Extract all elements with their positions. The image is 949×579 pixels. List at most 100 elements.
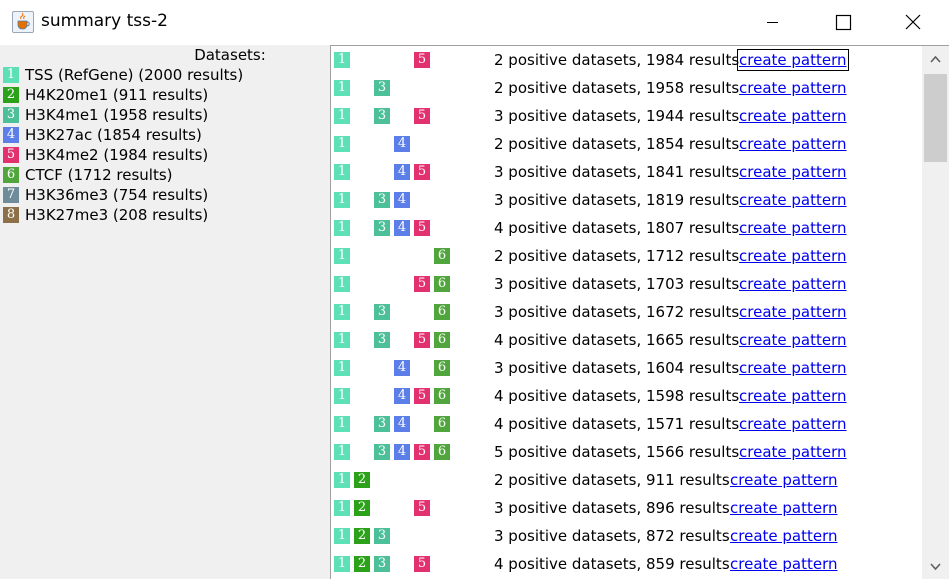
vertical-scrollbar[interactable] xyxy=(922,46,949,579)
create-pattern-link[interactable]: create pattern xyxy=(730,499,838,517)
dataset-number-badge: 3 xyxy=(374,416,390,432)
dataset-number-badge: 1 xyxy=(334,164,350,180)
create-pattern-link[interactable]: create pattern xyxy=(730,527,838,545)
dataset-number-badge: 6 xyxy=(434,276,450,292)
dataset-number-badge: 1 xyxy=(334,332,350,348)
dataset-number-badge: 4 xyxy=(394,444,410,460)
result-summary: 3 positive datasets, 1819 results xyxy=(494,191,740,209)
dataset-number-badge: 2 xyxy=(3,87,19,103)
create-pattern-link[interactable]: create pattern xyxy=(739,359,847,377)
result-row: 1 456 4 positive datasets, 1598 results cre… xyxy=(331,383,921,411)
title-bar: summary tss-2 xyxy=(0,0,949,45)
minimize-button[interactable] xyxy=(749,0,795,45)
maximize-button[interactable] xyxy=(819,0,865,45)
create-pattern-link[interactable]: create pattern xyxy=(739,135,847,153)
dataset-number-badge: 1 xyxy=(334,556,350,572)
create-pattern-link[interactable]: create pattern xyxy=(739,79,847,97)
result-summary: 2 positive datasets, 1958 results xyxy=(494,79,740,97)
create-pattern-link[interactable]: create pattern xyxy=(737,49,849,71)
dataset-label: H3K27ac (1854 results) xyxy=(25,126,202,144)
dataset-number-badge: 3 xyxy=(374,528,390,544)
result-row: 123 5 4 positive datasets, 859 results crea… xyxy=(331,551,921,579)
result-summary: 4 positive datasets, 1571 results xyxy=(494,415,740,433)
dataset-number-badge: 3 xyxy=(374,332,390,348)
dataset-number-badge: 5 xyxy=(3,147,19,163)
create-pattern-link[interactable]: create pattern xyxy=(739,191,847,209)
result-summary: 3 positive datasets, 1604 results xyxy=(494,359,740,377)
result-summary: 3 positive datasets, 1672 results xyxy=(494,303,740,321)
create-pattern-link[interactable]: create pattern xyxy=(739,163,847,181)
result-summary: 3 positive datasets, 1841 results xyxy=(494,163,740,181)
result-summary: 4 positive datasets, 859 results xyxy=(494,555,730,573)
create-pattern-link[interactable]: create pattern xyxy=(739,247,847,265)
dataset-number-badge: 1 xyxy=(334,500,350,516)
dataset-number-badge: 5 xyxy=(414,52,430,68)
dataset-number-badge: 2 xyxy=(354,472,370,488)
scroll-thumb[interactable] xyxy=(924,74,947,162)
create-pattern-link[interactable]: create pattern xyxy=(739,387,847,405)
result-row: 1 3 5 3 positive datasets, 1944 results crea… xyxy=(331,103,921,131)
maximize-icon xyxy=(835,14,852,31)
result-summary: 5 positive datasets, 1566 results xyxy=(494,443,740,461)
dataset-number-badge: 5 xyxy=(414,108,430,124)
datasets-panel: Datasets: 1 TSS (RefGene) (2000 results) 2… xyxy=(0,45,330,579)
dataset-number-badge: 5 xyxy=(414,220,430,236)
dataset-number-badge: 2 xyxy=(354,528,370,544)
result-row: 1 3 6 3 positive datasets, 1672 results crea… xyxy=(331,299,921,327)
result-row: 1 3 2 positive datasets, 1958 results creat… xyxy=(331,75,921,103)
result-summary: 3 positive datasets, 872 results xyxy=(494,527,730,545)
result-summary: 3 positive datasets, 1944 results xyxy=(494,107,740,125)
create-pattern-link[interactable]: create pattern xyxy=(739,443,847,461)
result-row: 1 34 6 4 positive datasets, 1571 results cre… xyxy=(331,411,921,439)
close-button[interactable] xyxy=(890,0,936,45)
dataset-number-badge: 3 xyxy=(3,107,19,123)
create-pattern-link[interactable]: create pattern xyxy=(730,555,838,573)
results-panel[interactable]: 152 positive datasets, 1984 results creat… xyxy=(330,45,949,579)
result-row: 1 3456 5 positive datasets, 1566 results cr… xyxy=(331,439,921,467)
dataset-number-badge: 1 xyxy=(334,220,350,236)
dataset-number-badge: 5 xyxy=(414,164,430,180)
dataset-label: TSS (RefGene) (2000 results) xyxy=(25,66,244,84)
window-title: summary tss-2 xyxy=(41,11,168,31)
dataset-number-badge: 8 xyxy=(3,207,19,223)
dataset-number-badge: 3 xyxy=(374,220,390,236)
scroll-down-button[interactable] xyxy=(922,552,949,579)
result-summary: 3 positive datasets, 896 results xyxy=(494,499,730,517)
dataset-label: H3K4me1 (1958 results) xyxy=(25,106,209,124)
result-summary: 2 positive datasets, 1712 results xyxy=(494,247,740,265)
dataset-number-badge: 6 xyxy=(434,360,450,376)
result-row: 123 3 positive datasets, 872 results creat… xyxy=(331,523,921,551)
dataset-number-badge: 1 xyxy=(334,416,350,432)
create-pattern-link[interactable]: create pattern xyxy=(739,331,847,349)
dataset-number-badge: 5 xyxy=(414,332,430,348)
result-summary: 2 positive datasets, 911 results xyxy=(494,471,730,489)
create-pattern-link[interactable]: create pattern xyxy=(739,415,847,433)
dataset-number-badge: 5 xyxy=(414,500,430,516)
result-summary: 4 positive datasets, 1665 results xyxy=(494,331,740,349)
result-row: 1 345 4 positive datasets, 1807 results cre… xyxy=(331,215,921,243)
result-summary: 4 positive datasets, 1807 results xyxy=(494,219,740,237)
dataset-number-badge: 2 xyxy=(354,556,370,572)
dataset-number-badge: 3 xyxy=(374,304,390,320)
dataset-number-badge: 1 xyxy=(334,444,350,460)
dataset-number-badge: 4 xyxy=(394,220,410,236)
create-pattern-link[interactable]: create pattern xyxy=(739,219,847,237)
scroll-up-button[interactable] xyxy=(922,46,949,74)
dataset-number-badge: 1 xyxy=(334,80,350,96)
dataset-number-badge: 6 xyxy=(434,416,450,432)
result-row: 1 5 2 positive datasets, 1984 results creat… xyxy=(331,47,921,75)
result-row: 1 4 2 positive datasets, 1854 results creat… xyxy=(331,131,921,159)
dataset-number-badge: 1 xyxy=(334,192,350,208)
result-summary: 4 positive datasets, 1598 results xyxy=(494,387,740,405)
result-summary: 2 positive datasets, 1984 results xyxy=(494,51,740,69)
dataset-label: H3K4me2 (1984 results) xyxy=(25,146,209,164)
minimize-icon xyxy=(767,22,778,23)
create-pattern-link[interactable]: create pattern xyxy=(739,303,847,321)
create-pattern-link[interactable]: create pattern xyxy=(739,275,847,293)
scroll-up-arrow-icon xyxy=(930,55,941,63)
create-pattern-link[interactable]: create pattern xyxy=(739,107,847,125)
java-cup-icon xyxy=(12,11,34,33)
create-pattern-link[interactable]: create pattern xyxy=(730,471,838,489)
dataset-number-badge: 4 xyxy=(394,164,410,180)
dataset-number-badge: 1 xyxy=(334,528,350,544)
